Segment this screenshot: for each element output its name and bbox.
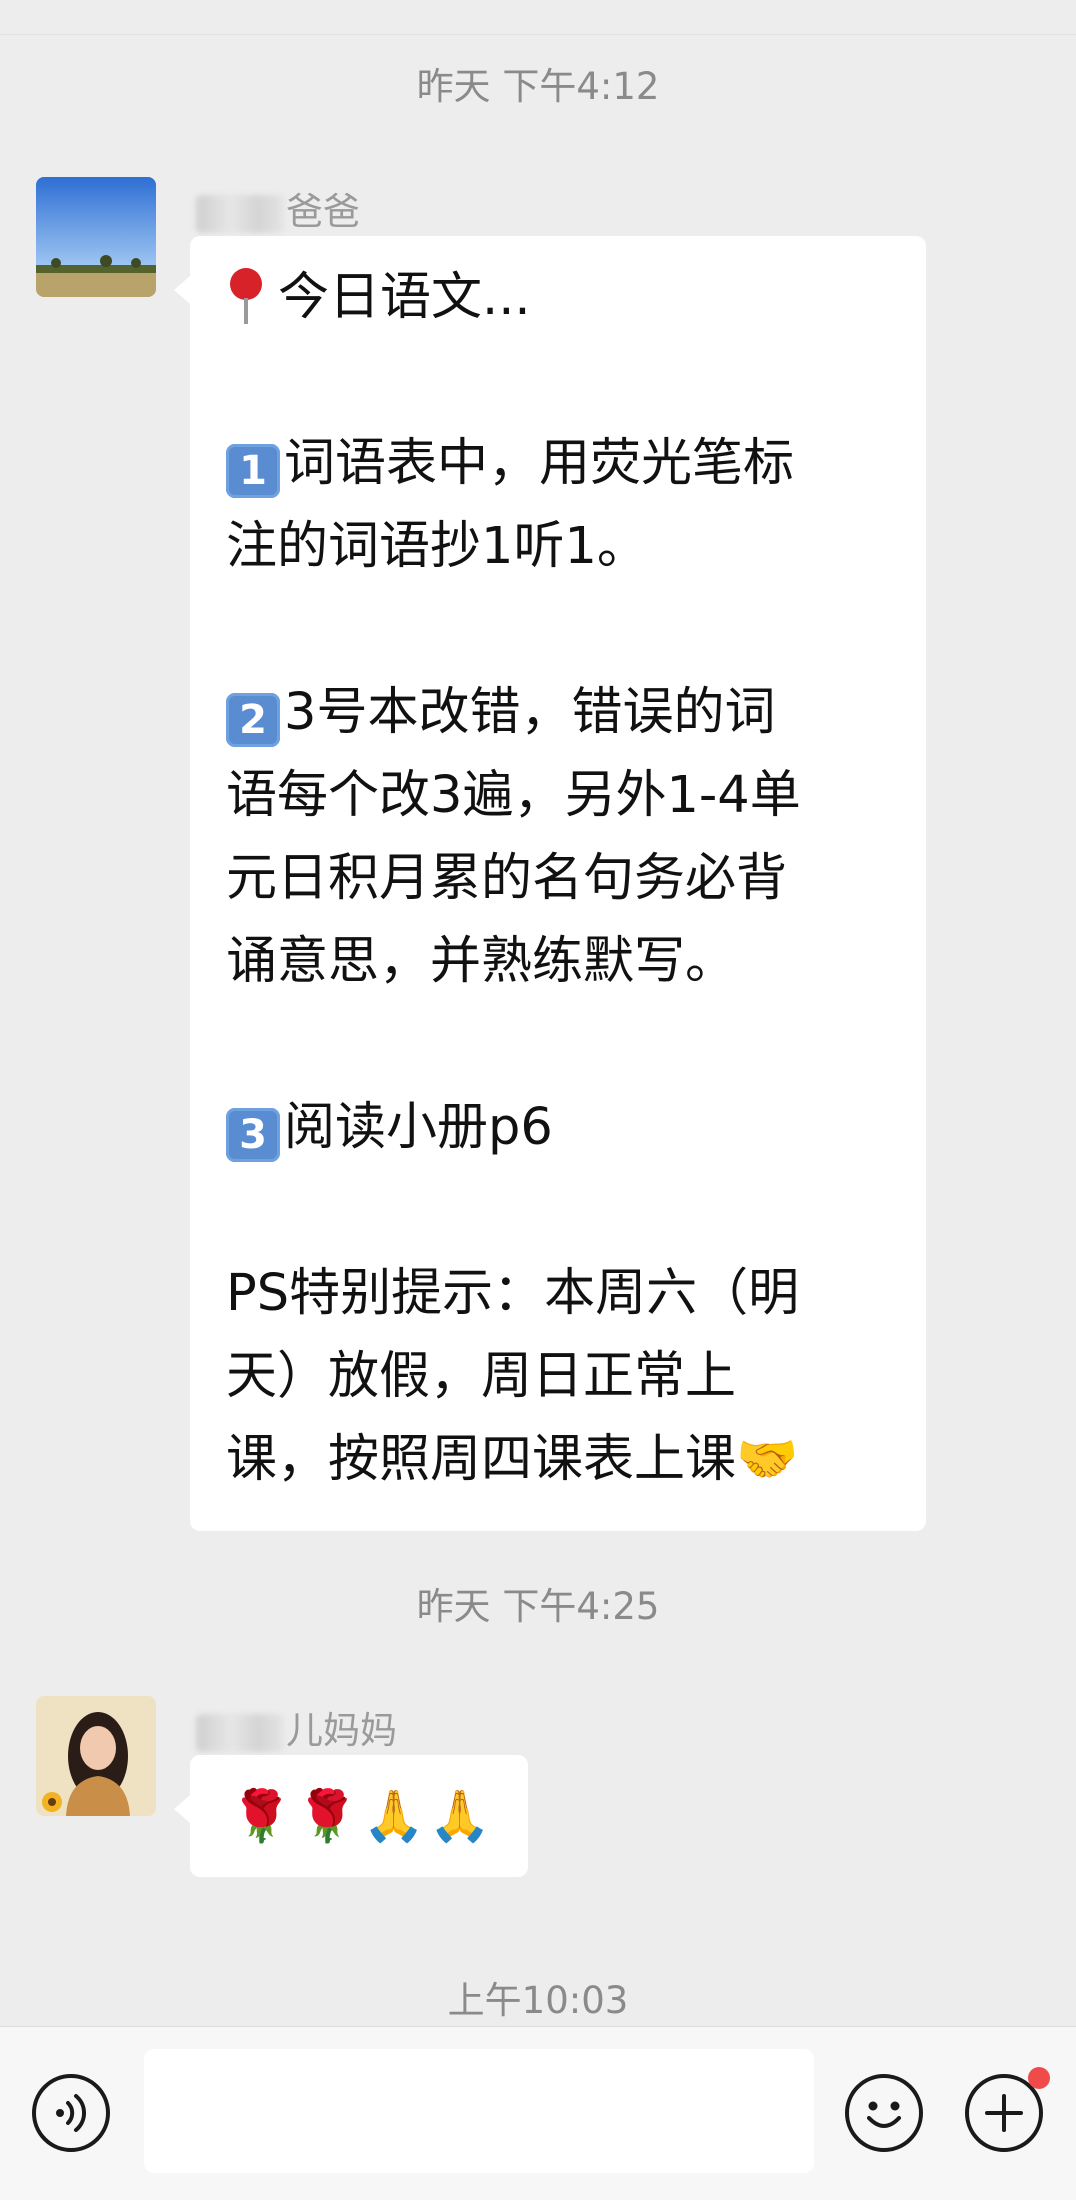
timestamp: 昨天 下午4:12 [416, 65, 660, 108]
keycap-1-icon: 1 [226, 444, 280, 498]
message-input[interactable] [144, 2049, 814, 2173]
avatar-landscape-image [36, 177, 156, 297]
timestamp: 昨天 下午4:25 [416, 1585, 660, 1628]
keycap-2-icon: 2 [226, 693, 280, 747]
sender-name: 儿妈妈 [196, 1700, 397, 1754]
sender-name: 爸爸 [196, 181, 360, 235]
plus-icon [985, 2094, 1023, 2132]
message-bubble[interactable]: 🌹🌹🙏🙏 [174, 1755, 528, 1877]
avatar[interactable] [36, 1696, 156, 1816]
redacted-name [196, 194, 284, 233]
handshake-icon: 🤝 [736, 1430, 799, 1488]
notification-dot [1028, 2067, 1050, 2089]
voice-button[interactable] [32, 2074, 110, 2152]
message-text: 今日语文... 1 词语表中，用荧光笔标 注的词语抄1听1。 2 3号本改错，错误的… [190, 236, 926, 1531]
avatar[interactable] [36, 177, 156, 297]
message-text: 🌹🌹🙏🙏 [230, 1787, 496, 1845]
pushpin-icon [226, 264, 266, 324]
voice-icon [56, 2094, 87, 2132]
top-divider [0, 34, 1076, 35]
redacted-name [196, 1713, 284, 1752]
message-bubble[interactable]: 今日语文... 1 词语表中，用荧光笔标 注的词语抄1听1。 2 3号本改错，错误的… [174, 236, 926, 1531]
timestamp: 上午10:03 [447, 1979, 629, 2022]
avatar-portrait-image [36, 1696, 156, 1816]
emoji-button[interactable] [845, 2074, 923, 2152]
emoji-icon [867, 2101, 901, 2128]
keycap-3-icon: 3 [226, 1108, 280, 1162]
